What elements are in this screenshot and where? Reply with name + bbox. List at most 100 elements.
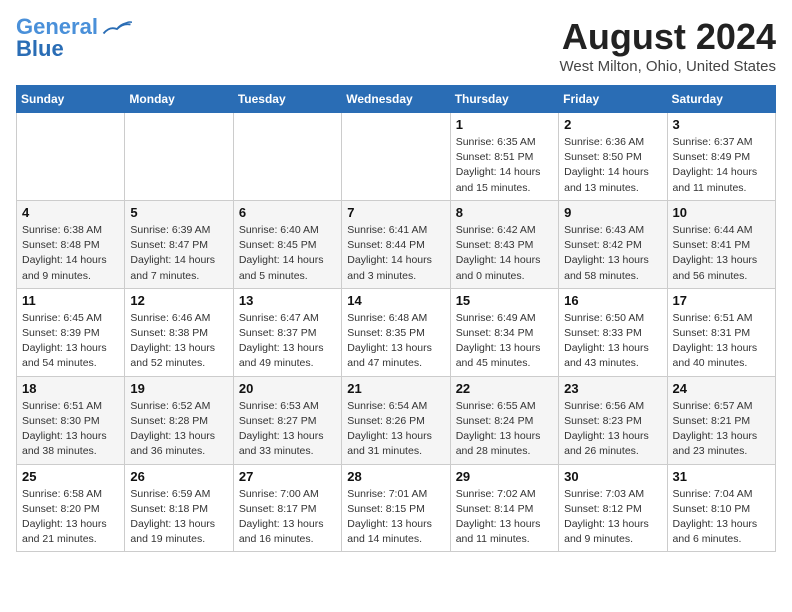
logo-text: GeneralBlue	[16, 16, 98, 60]
week-row-4: 18 Sunrise: 6:51 AMSunset: 8:30 PMDayligh…	[17, 376, 776, 464]
day-number: 31	[673, 469, 770, 484]
calendar-cell: 10 Sunrise: 6:44 AMSunset: 8:41 PMDayligh…	[667, 200, 775, 288]
page-header: GeneralBlue August 2024 West Milton, Ohi…	[16, 16, 776, 75]
calendar-cell: 17 Sunrise: 6:51 AMSunset: 8:31 PMDayligh…	[667, 288, 775, 376]
day-number: 28	[347, 469, 444, 484]
day-info: Sunrise: 6:51 AMSunset: 8:30 PMDaylight:…	[22, 399, 119, 460]
calendar-cell: 11 Sunrise: 6:45 AMSunset: 8:39 PMDayligh…	[17, 288, 125, 376]
day-info: Sunrise: 6:41 AMSunset: 8:44 PMDaylight:…	[347, 223, 444, 284]
day-info: Sunrise: 7:00 AMSunset: 8:17 PMDaylight:…	[239, 487, 336, 548]
day-info: Sunrise: 6:56 AMSunset: 8:23 PMDaylight:…	[564, 399, 661, 460]
day-number: 15	[456, 293, 553, 308]
day-number: 10	[673, 205, 770, 220]
calendar-cell: 6 Sunrise: 6:40 AMSunset: 8:45 PMDaylight…	[233, 200, 341, 288]
day-info: Sunrise: 6:50 AMSunset: 8:33 PMDaylight:…	[564, 311, 661, 372]
day-number: 30	[564, 469, 661, 484]
day-info: Sunrise: 6:52 AMSunset: 8:28 PMDaylight:…	[130, 399, 227, 460]
day-number: 9	[564, 205, 661, 220]
day-info: Sunrise: 6:48 AMSunset: 8:35 PMDaylight:…	[347, 311, 444, 372]
day-number: 21	[347, 381, 444, 396]
day-number: 2	[564, 117, 661, 132]
calendar-cell: 9 Sunrise: 6:43 AMSunset: 8:42 PMDaylight…	[559, 200, 667, 288]
calendar-cell: 3Sunrise: 6:37 AMSunset: 8:49 PMDaylight…	[667, 113, 775, 201]
calendar-cell: 4Sunrise: 6:38 AMSunset: 8:48 PMDaylight…	[17, 200, 125, 288]
day-number: 13	[239, 293, 336, 308]
day-info: Sunrise: 6:51 AMSunset: 8:31 PMDaylight:…	[673, 311, 770, 372]
day-info: Sunrise: 6:44 AMSunset: 8:41 PMDaylight:…	[673, 223, 770, 284]
day-number: 14	[347, 293, 444, 308]
day-number: 23	[564, 381, 661, 396]
day-number: 4	[22, 205, 119, 220]
calendar-cell: 8Sunrise: 6:42 AMSunset: 8:43 PMDaylight…	[450, 200, 558, 288]
calendar-cell: 15 Sunrise: 6:49 AMSunset: 8:34 PMDayligh…	[450, 288, 558, 376]
day-info: Sunrise: 7:01 AMSunset: 8:15 PMDaylight:…	[347, 487, 444, 548]
day-info: Sunrise: 6:36 AMSunset: 8:50 PMDaylight:…	[564, 135, 661, 196]
day-number: 19	[130, 381, 227, 396]
calendar-cell: 12 Sunrise: 6:46 AMSunset: 8:38 PMDayligh…	[125, 288, 233, 376]
day-number: 20	[239, 381, 336, 396]
day-number: 3	[673, 117, 770, 132]
day-header-tuesday: Tuesday	[233, 86, 341, 113]
day-header-thursday: Thursday	[450, 86, 558, 113]
day-info: Sunrise: 6:54 AMSunset: 8:26 PMDaylight:…	[347, 399, 444, 460]
calendar-cell: 13 Sunrise: 6:47 AMSunset: 8:37 PMDayligh…	[233, 288, 341, 376]
day-number: 7	[347, 205, 444, 220]
calendar-cell: 21 Sunrise: 6:54 AMSunset: 8:26 PMDayligh…	[342, 376, 450, 464]
day-info: Sunrise: 6:57 AMSunset: 8:21 PMDaylight:…	[673, 399, 770, 460]
day-number: 18	[22, 381, 119, 396]
calendar-cell	[342, 113, 450, 201]
day-number: 16	[564, 293, 661, 308]
week-row-5: 25Sunrise: 6:58 AMSunset: 8:20 PMDayligh…	[17, 464, 776, 552]
day-number: 6	[239, 205, 336, 220]
calendar-cell: 31Sunrise: 7:04 AMSunset: 8:10 PMDayligh…	[667, 464, 775, 552]
day-number: 11	[22, 293, 119, 308]
calendar-cell: 18 Sunrise: 6:51 AMSunset: 8:30 PMDayligh…	[17, 376, 125, 464]
calendar-cell: 16 Sunrise: 6:50 AMSunset: 8:33 PMDayligh…	[559, 288, 667, 376]
day-number: 12	[130, 293, 227, 308]
day-number: 5	[130, 205, 227, 220]
calendar-header: SundayMondayTuesdayWednesdayThursdayFrid…	[17, 86, 776, 113]
day-number: 1	[456, 117, 553, 132]
calendar-cell: 25Sunrise: 6:58 AMSunset: 8:20 PMDayligh…	[17, 464, 125, 552]
week-row-1: 1Sunrise: 6:35 AMSunset: 8:51 PMDaylight…	[17, 113, 776, 201]
day-info: Sunrise: 6:47 AMSunset: 8:37 PMDaylight:…	[239, 311, 336, 372]
day-info: Sunrise: 6:46 AMSunset: 8:38 PMDaylight:…	[130, 311, 227, 372]
day-info: Sunrise: 6:40 AMSunset: 8:45 PMDaylight:…	[239, 223, 336, 284]
calendar-cell: 2 Sunrise: 6:36 AMSunset: 8:50 PMDaylight…	[559, 113, 667, 201]
day-info: Sunrise: 6:43 AMSunset: 8:42 PMDaylight:…	[564, 223, 661, 284]
calendar-cell: 5 Sunrise: 6:39 AMSunset: 8:47 PMDaylight…	[125, 200, 233, 288]
calendar-cell: 24 Sunrise: 6:57 AMSunset: 8:21 PMDayligh…	[667, 376, 775, 464]
day-number: 22	[456, 381, 553, 396]
calendar-table: SundayMondayTuesdayWednesdayThursdayFrid…	[16, 85, 776, 552]
day-info: Sunrise: 7:02 AMSunset: 8:14 PMDaylight:…	[456, 487, 553, 548]
day-info: Sunrise: 7:03 AMSunset: 8:12 PMDaylight:…	[564, 487, 661, 548]
logo-bird-icon	[102, 20, 132, 38]
location: West Milton, Ohio, United States	[560, 58, 776, 75]
calendar-cell: 23 Sunrise: 6:56 AMSunset: 8:23 PMDayligh…	[559, 376, 667, 464]
day-number: 24	[673, 381, 770, 396]
day-number: 27	[239, 469, 336, 484]
day-info: Sunrise: 6:49 AMSunset: 8:34 PMDaylight:…	[456, 311, 553, 372]
day-header-monday: Monday	[125, 86, 233, 113]
calendar-cell: 28 Sunrise: 7:01 AMSunset: 8:15 PMDayligh…	[342, 464, 450, 552]
calendar-cell	[233, 113, 341, 201]
day-info: Sunrise: 6:53 AMSunset: 8:27 PMDaylight:…	[239, 399, 336, 460]
day-number: 17	[673, 293, 770, 308]
calendar-cell: 1Sunrise: 6:35 AMSunset: 8:51 PMDaylight…	[450, 113, 558, 201]
calendar-body: 1Sunrise: 6:35 AMSunset: 8:51 PMDaylight…	[17, 113, 776, 552]
calendar-cell: 27 Sunrise: 7:00 AMSunset: 8:17 PMDayligh…	[233, 464, 341, 552]
day-header-sunday: Sunday	[17, 86, 125, 113]
day-info: Sunrise: 6:45 AMSunset: 8:39 PMDaylight:…	[22, 311, 119, 372]
day-info: Sunrise: 6:59 AMSunset: 8:18 PMDaylight:…	[130, 487, 227, 548]
calendar-cell: 19 Sunrise: 6:52 AMSunset: 8:28 PMDayligh…	[125, 376, 233, 464]
logo: GeneralBlue	[16, 16, 132, 60]
calendar-cell: 22 Sunrise: 6:55 AMSunset: 8:24 PMDayligh…	[450, 376, 558, 464]
day-header-wednesday: Wednesday	[342, 86, 450, 113]
day-info: Sunrise: 6:39 AMSunset: 8:47 PMDaylight:…	[130, 223, 227, 284]
week-row-3: 11 Sunrise: 6:45 AMSunset: 8:39 PMDayligh…	[17, 288, 776, 376]
day-info: Sunrise: 6:55 AMSunset: 8:24 PMDaylight:…	[456, 399, 553, 460]
calendar-cell	[17, 113, 125, 201]
calendar-cell: 7 Sunrise: 6:41 AMSunset: 8:44 PMDaylight…	[342, 200, 450, 288]
header-row: SundayMondayTuesdayWednesdayThursdayFrid…	[17, 86, 776, 113]
calendar-cell	[125, 113, 233, 201]
